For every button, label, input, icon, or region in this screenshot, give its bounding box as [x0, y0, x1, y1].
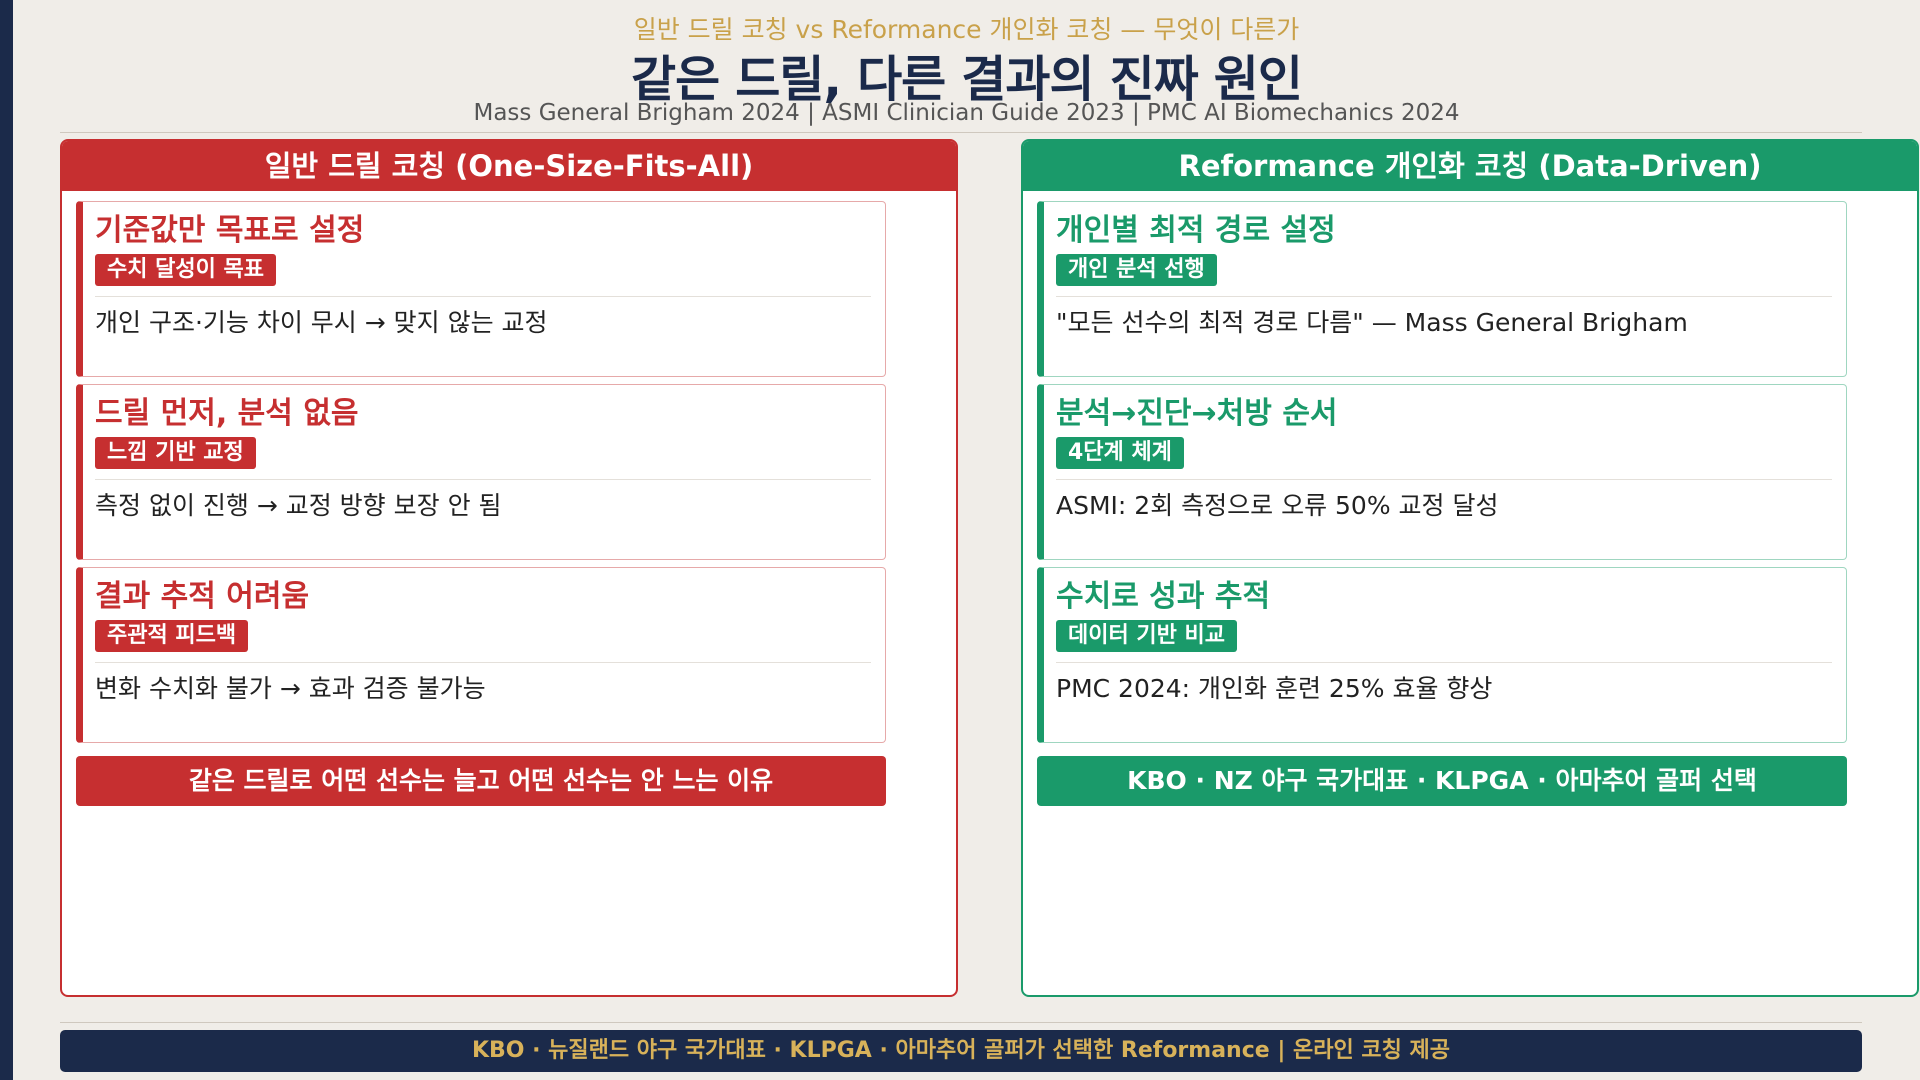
card-title: 개인별 최적 경로 설정	[1056, 213, 1336, 248]
reformance-card-1: 개인별 최적 경로 설정 개인 분석 선행 "모든 선수의 최적 경로 다름" …	[1037, 201, 1847, 377]
card-title: 분석→진단→처방 순서	[1056, 396, 1338, 431]
card-description: 변화 수치화 불가 → 효과 검증 불가능	[95, 674, 486, 703]
card-tag: 4단계 체계	[1056, 437, 1184, 469]
card-tag: 데이터 기반 비교	[1056, 620, 1237, 652]
left-accent-bar	[0, 0, 13, 1080]
general-coaching-banner: 같은 드릴로 어떤 선수는 늘고 어떤 선수는 안 느는 이유	[76, 756, 886, 806]
card-description: 개인 구조·기능 차이 무시 → 맞지 않는 교정	[95, 308, 548, 337]
card-divider	[1056, 296, 1832, 297]
general-coaching-heading: 일반 드릴 코칭 (One-Size-Fits-All)	[62, 141, 956, 191]
card-divider	[95, 662, 871, 663]
general-card-3: 결과 추적 어려움 주관적 피드백 변화 수치화 불가 → 효과 검증 불가능	[76, 567, 886, 743]
card-divider	[1056, 479, 1832, 480]
footer-divider	[60, 1022, 1862, 1023]
card-title: 수치로 성과 추적	[1056, 579, 1271, 614]
reformance-card-2: 분석→진단→처방 순서 4단계 체계 ASMI: 2회 측정으로 오류 50% …	[1037, 384, 1847, 560]
source-list: Mass General Brigham 2024 | ASMI Clinici…	[473, 100, 1460, 126]
footer-banner: KBO · 뉴질랜드 야구 국가대표 · KLPGA · 아마추어 골퍼가 선택…	[60, 1030, 1862, 1072]
card-tag: 주관적 피드백	[95, 620, 249, 652]
card-title: 드릴 먼저, 분석 없음	[95, 396, 359, 431]
card-title: 기준값만 목표로 설정	[95, 213, 365, 248]
card-description: ASMI: 2회 측정으로 오류 50% 교정 달성	[1056, 491, 1499, 520]
card-tag: 개인 분석 선행	[1056, 254, 1217, 286]
card-divider	[95, 479, 871, 480]
card-title: 결과 추적 어려움	[95, 579, 310, 614]
card-tag: 느낌 기반 교정	[95, 437, 256, 469]
card-description: 측정 없이 진행 → 교정 방향 보장 안 됨	[95, 491, 502, 520]
general-card-2: 드릴 먼저, 분석 없음 느낌 기반 교정 측정 없이 진행 → 교정 방향 보…	[76, 384, 886, 560]
card-divider	[1056, 662, 1832, 663]
reformance-coaching-heading: Reformance 개인화 코칭 (Data-Driven)	[1023, 141, 1917, 191]
card-description: "모든 선수의 최적 경로 다름" — Mass General Brigham	[1056, 308, 1688, 337]
reformance-card-3: 수치로 성과 추적 데이터 기반 비교 PMC 2024: 개인화 훈련 25%…	[1037, 567, 1847, 743]
card-description: PMC 2024: 개인화 훈련 25% 효율 향상	[1056, 674, 1493, 703]
general-coaching-panel: 일반 드릴 코칭 (One-Size-Fits-All) 기준값만 목표로 설정…	[60, 139, 958, 997]
header-divider	[60, 132, 1862, 133]
general-card-1: 기준값만 목표로 설정 수치 달성이 목표 개인 구조·기능 차이 무시 → 맞…	[76, 201, 886, 377]
card-tag: 수치 달성이 목표	[95, 254, 276, 286]
reformance-coaching-panel: Reformance 개인화 코칭 (Data-Driven) 개인별 최적 경…	[1021, 139, 1919, 997]
reformance-coaching-banner: KBO · NZ 야구 국가대표 · KLPGA · 아마추어 골퍼 선택	[1037, 756, 1847, 806]
card-divider	[95, 296, 871, 297]
